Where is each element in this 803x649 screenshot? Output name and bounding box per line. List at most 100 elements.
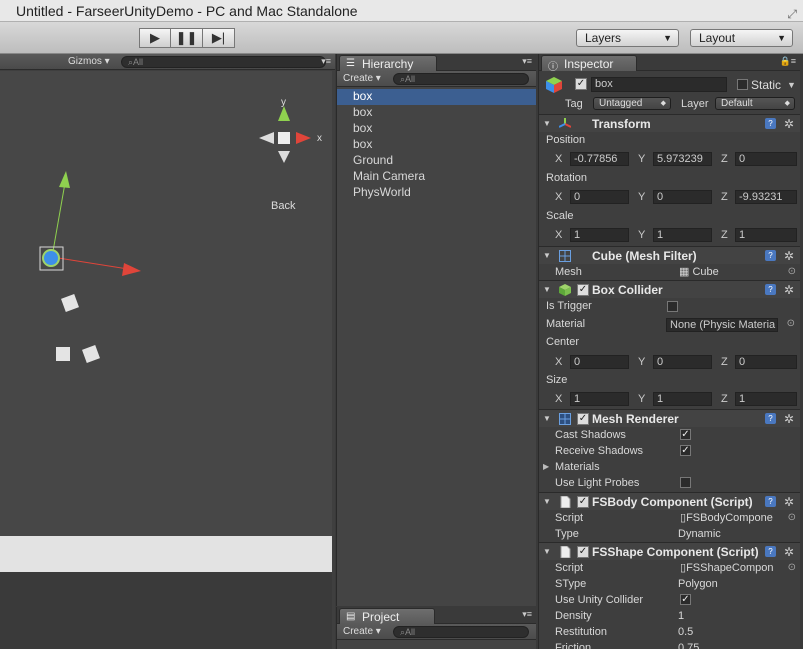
pause-button[interactable]: ❚❚: [171, 28, 203, 48]
gear-icon[interactable]: ✲: [784, 247, 794, 265]
rotation-x-field[interactable]: 0: [570, 190, 629, 204]
materials-row[interactable]: ▶ Materials: [539, 459, 800, 475]
panel-menu-icon[interactable]: ▾≡: [321, 56, 331, 67]
mesh-filter-header[interactable]: ▼ Cube (Mesh Filter) ? ✲: [539, 246, 800, 264]
density-field[interactable]: 1: [678, 608, 684, 624]
size-z-field[interactable]: 1: [735, 392, 797, 406]
tab-project[interactable]: ▤ Project: [339, 608, 435, 624]
type-dropdown[interactable]: Dynamic: [678, 526, 721, 542]
enabled-checkbox[interactable]: ✓: [577, 496, 589, 508]
hierarchy-item[interactable]: box: [337, 105, 536, 121]
fsshape-header[interactable]: ▼ ✓ FSShape Component (Script) ? ✲: [539, 542, 800, 560]
hierarchy-item[interactable]: PhysWorld: [337, 185, 536, 201]
hierarchy-panel: ☰ Hierarchy ▾≡ Create ▾ ⌕All box box box bo…: [336, 54, 536, 606]
collapse-triangle-icon[interactable]: ▼: [543, 493, 551, 511]
orientation-gizmo[interactable]: y x: [259, 97, 322, 163]
scale-z-field[interactable]: 1: [735, 228, 797, 242]
mesh-renderer-header[interactable]: ▼ ✓ Mesh Renderer ? ✲: [539, 409, 800, 427]
expand-triangle-icon[interactable]: ▶: [543, 459, 549, 475]
collapse-triangle-icon[interactable]: ▼: [543, 115, 551, 133]
collapse-triangle-icon[interactable]: ▼: [543, 247, 551, 265]
hierarchy-item[interactable]: box: [337, 137, 536, 153]
hierarchy-item[interactable]: box: [337, 121, 536, 137]
panel-menu-icon[interactable]: ▾≡: [522, 56, 532, 67]
object-picker-icon[interactable]: ⊙: [788, 510, 796, 526]
size-y-field[interactable]: 1: [653, 392, 712, 406]
static-checkbox[interactable]: [737, 79, 748, 90]
step-button[interactable]: ▶|: [203, 28, 235, 48]
rotation-y-field[interactable]: 0: [653, 190, 712, 204]
object-picker-icon[interactable]: ⊙: [787, 316, 795, 332]
center-z-field[interactable]: 0: [735, 355, 797, 369]
position-z-field[interactable]: 0: [735, 152, 797, 166]
enabled-checkbox[interactable]: ✓: [577, 284, 589, 296]
center-y-field[interactable]: 0: [653, 355, 712, 369]
lock-icon[interactable]: 🔒≡: [780, 56, 796, 67]
layers-dropdown[interactable]: Layers ▼: [576, 29, 679, 47]
help-icon[interactable]: ?: [765, 496, 776, 507]
box-object[interactable]: [56, 347, 70, 361]
is-trigger-checkbox[interactable]: [667, 301, 678, 312]
collapse-triangle-icon[interactable]: ▼: [543, 543, 551, 561]
gear-icon[interactable]: ✲: [784, 543, 794, 561]
gear-icon[interactable]: ✲: [784, 410, 794, 428]
collapse-triangle-icon[interactable]: ▼: [543, 410, 551, 428]
material-field[interactable]: None (Physic Materia: [666, 318, 778, 332]
gizmos-dropdown[interactable]: Gizmos ▾: [68, 56, 110, 67]
scene-search-input[interactable]: ⌕All: [121, 56, 326, 68]
receive-shadows-checkbox[interactable]: ✓: [680, 445, 691, 456]
help-icon[interactable]: ?: [765, 413, 776, 424]
help-icon[interactable]: ?: [765, 118, 776, 129]
box-collider-header[interactable]: ▼ ✓ Box Collider ? ✲: [539, 280, 800, 298]
script-field[interactable]: ▯FSBodyCompone: [680, 510, 773, 526]
panel-menu-icon[interactable]: ▾≡: [522, 609, 532, 620]
tab-hierarchy[interactable]: ☰ Hierarchy: [339, 55, 437, 71]
use-unity-collider-checkbox[interactable]: ✓: [680, 594, 691, 605]
tag-dropdown[interactable]: Untagged ◆: [593, 97, 671, 110]
fsbody-header[interactable]: ▼ ✓ FSBody Component (Script) ? ✲: [539, 492, 800, 510]
help-icon[interactable]: ?: [765, 546, 776, 557]
project-search-input[interactable]: ⌕All: [393, 626, 529, 638]
hierarchy-item[interactable]: box: [337, 89, 536, 105]
tab-inspector[interactable]: ⓘ Inspector: [541, 55, 637, 73]
gear-icon[interactable]: ✲: [784, 493, 794, 511]
size-x-field[interactable]: 1: [570, 392, 629, 406]
enabled-checkbox[interactable]: ✓: [577, 413, 589, 425]
active-checkbox[interactable]: ✓: [575, 78, 587, 90]
hierarchy-search-input[interactable]: ⌕All: [393, 73, 529, 85]
hierarchy-item[interactable]: Ground: [337, 153, 536, 169]
object-picker-icon[interactable]: ⊙: [788, 560, 796, 576]
script-field[interactable]: ▯FSShapeCompon: [680, 560, 774, 576]
create-dropdown[interactable]: Create ▾: [343, 626, 381, 637]
object-picker-icon[interactable]: ⊙: [788, 264, 796, 280]
help-icon[interactable]: ?: [765, 284, 776, 295]
ground-object[interactable]: [0, 536, 332, 572]
chevron-down-icon[interactable]: ▼: [787, 77, 796, 93]
position-x-field[interactable]: -0.77856: [570, 152, 629, 166]
use-light-probes-checkbox[interactable]: [680, 477, 691, 488]
restitution-field[interactable]: 0.5: [678, 624, 693, 640]
collapse-triangle-icon[interactable]: ▼: [543, 281, 551, 299]
rotation-z-field[interactable]: -9.93231: [735, 190, 797, 204]
layout-dropdown[interactable]: Layout ▼: [690, 29, 793, 47]
move-handle[interactable]: [39, 171, 141, 276]
mesh-field[interactable]: ▦ Cube: [679, 264, 719, 280]
cast-shadows-checkbox[interactable]: ✓: [680, 429, 691, 440]
stype-dropdown[interactable]: Polygon: [678, 576, 718, 592]
gear-icon[interactable]: ✲: [784, 281, 794, 299]
help-icon[interactable]: ?: [765, 250, 776, 261]
friction-field[interactable]: 0.75: [678, 640, 699, 649]
scale-x-field[interactable]: 1: [570, 228, 629, 242]
scene-viewport[interactable]: y x Back: [0, 71, 332, 649]
position-y-field[interactable]: 5.973239: [653, 152, 712, 166]
create-dropdown[interactable]: Create ▾: [343, 73, 381, 84]
play-button[interactable]: ▶: [139, 28, 171, 48]
gear-icon[interactable]: ✲: [784, 115, 794, 133]
hierarchy-item[interactable]: Main Camera: [337, 169, 536, 185]
object-name-field[interactable]: box: [591, 77, 727, 92]
transform-header[interactable]: ▼ Transform ? ✲: [539, 114, 800, 132]
layer-dropdown[interactable]: Default ◆: [715, 97, 795, 110]
center-x-field[interactable]: 0: [570, 355, 629, 369]
scale-y-field[interactable]: 1: [653, 228, 712, 242]
enabled-checkbox[interactable]: ✓: [577, 546, 589, 558]
